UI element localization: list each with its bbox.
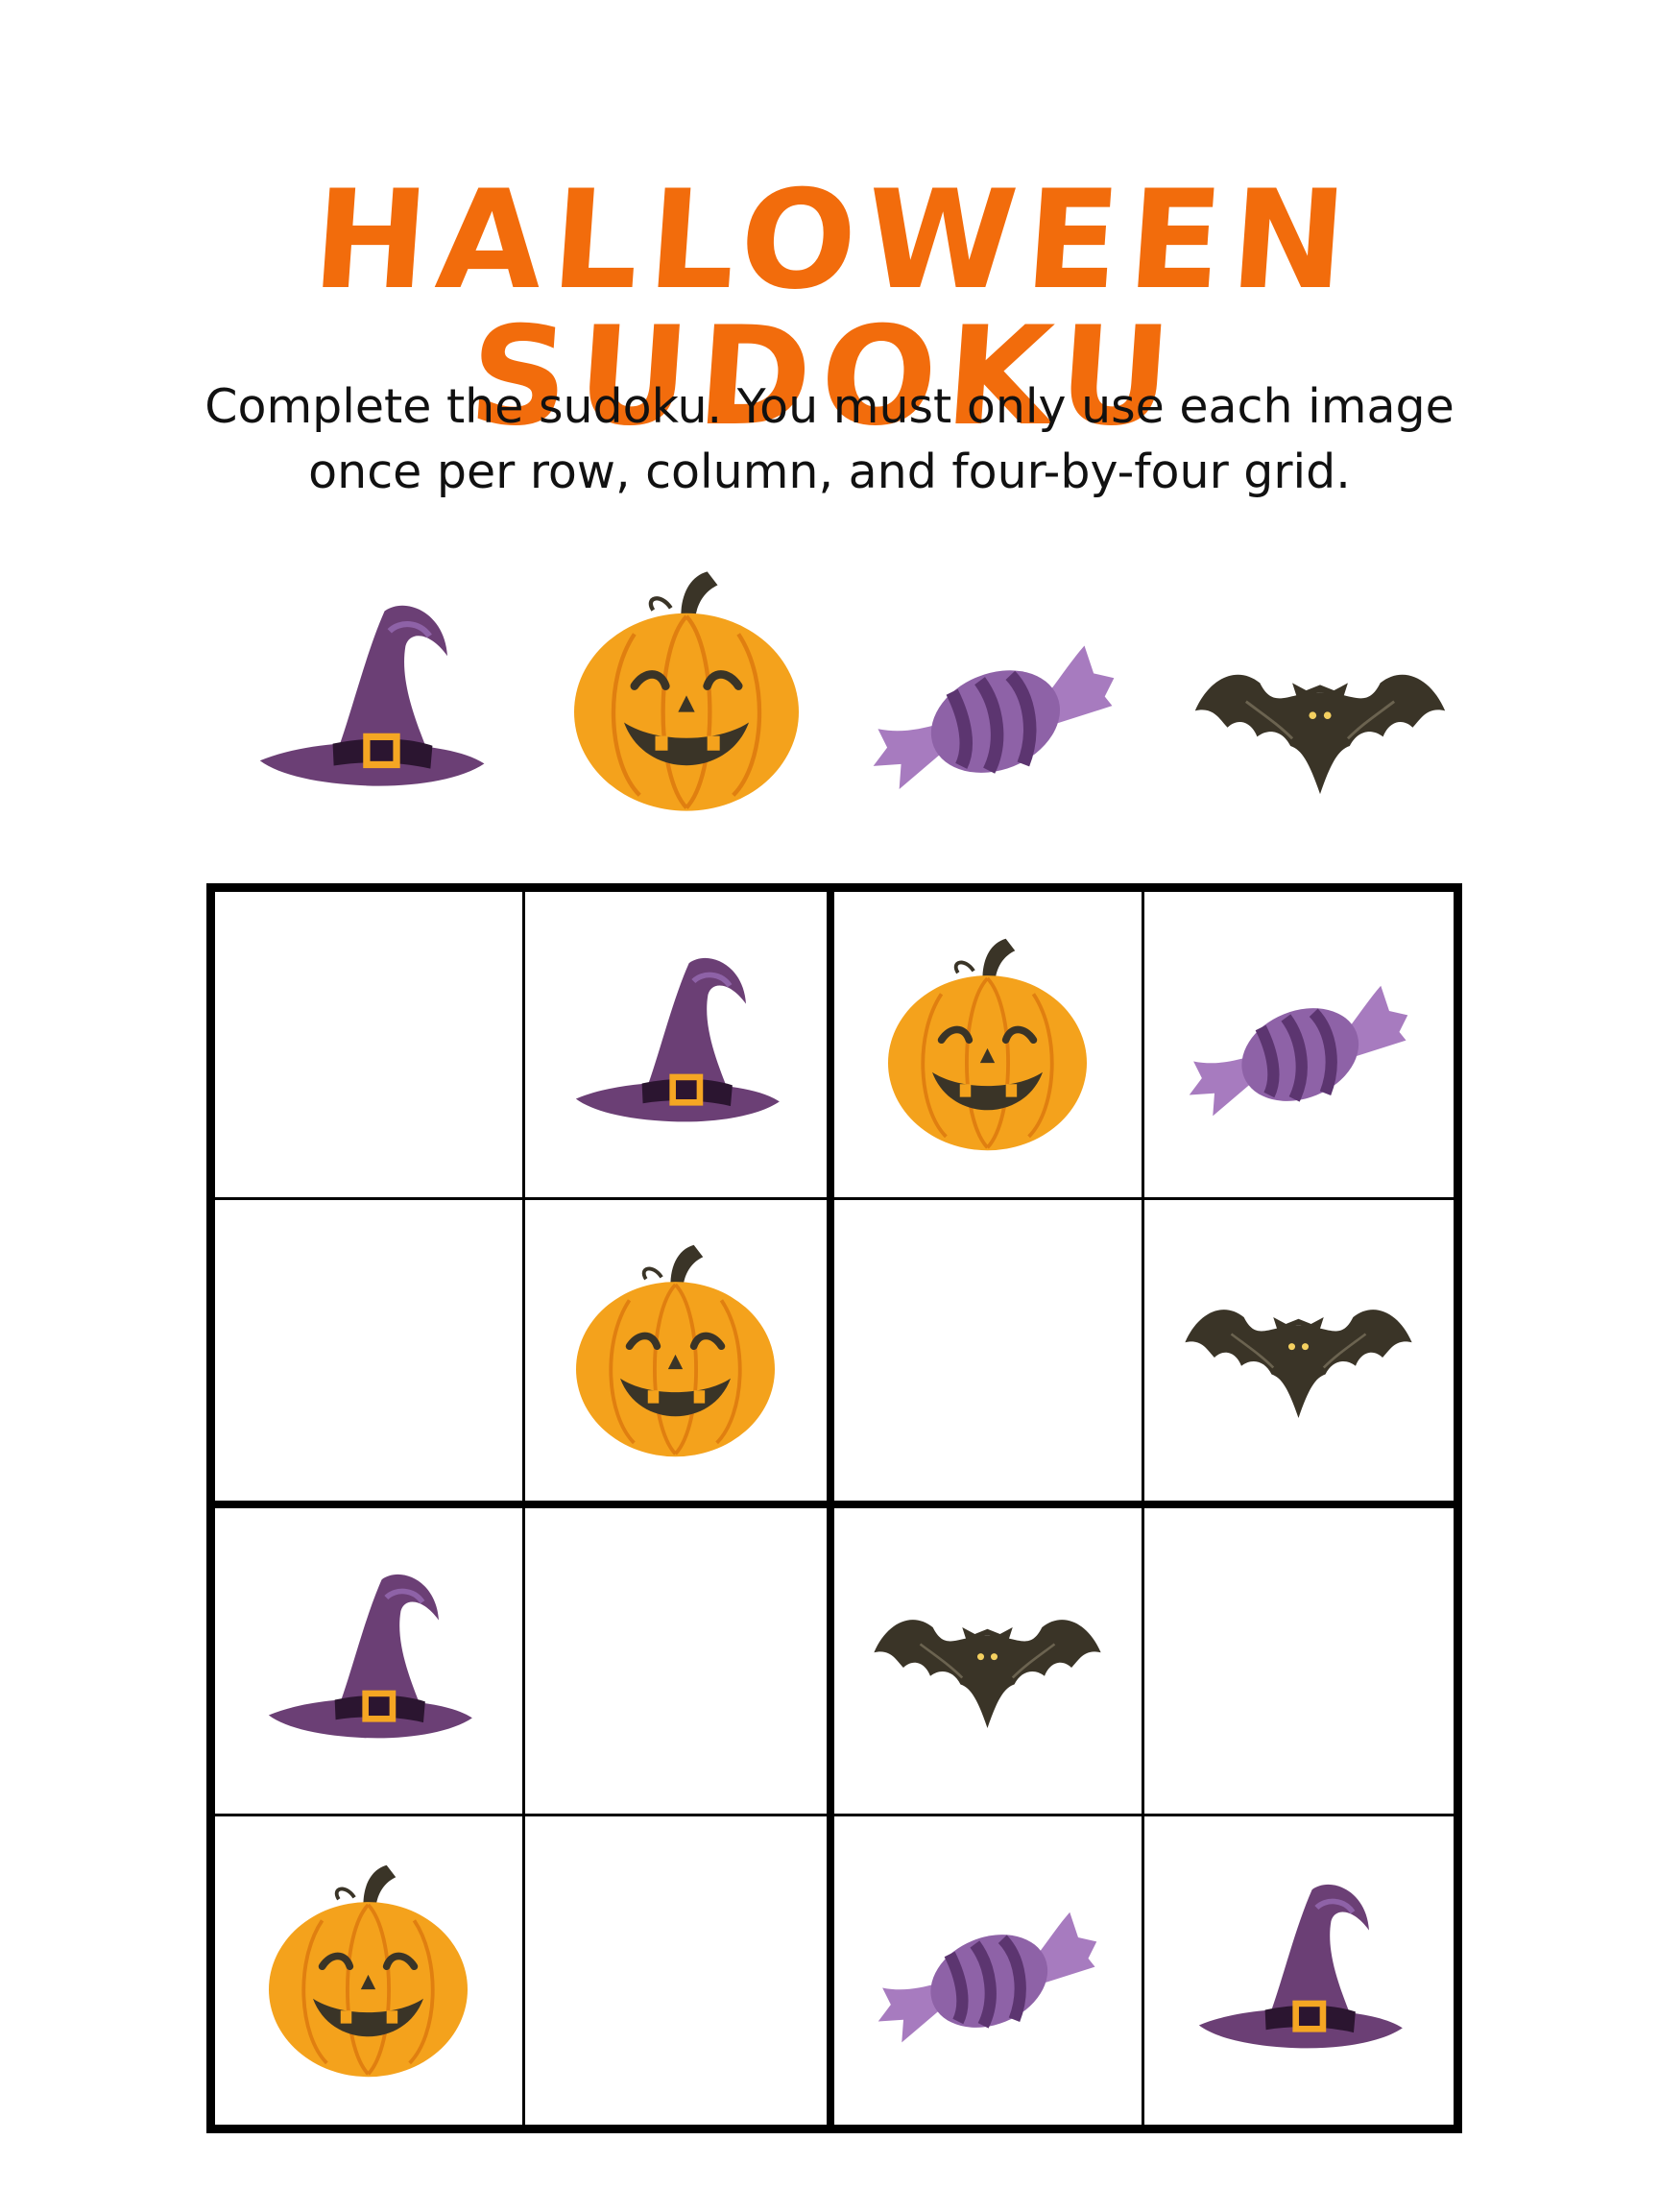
sudoku-cell-r1-c3[interactable]	[834, 892, 1144, 1200]
sudoku-cell-r3-c4[interactable]	[1143, 1508, 1454, 1816]
sudoku-cell-r4-c4[interactable]	[1143, 1816, 1454, 2125]
sudoku-cell-r1-c2[interactable]	[524, 892, 834, 1200]
candy-icon	[1181, 934, 1416, 1155]
witch-hat-icon	[251, 1551, 486, 1771]
sudoku-cell-r1-c4[interactable]	[1143, 892, 1454, 1200]
witch-hat-icon	[1181, 1861, 1416, 2081]
pumpkin-icon	[870, 934, 1105, 1155]
legend-pumpkin	[557, 566, 816, 816]
legend-bat	[1190, 595, 1450, 845]
pumpkin-icon	[558, 1240, 793, 1461]
sudoku-cell-r3-c3[interactable]	[834, 1508, 1144, 1816]
sudoku-cell-r2-c3[interactable]	[834, 1200, 1144, 1508]
sudoku-cell-r4-c1[interactable]	[215, 1816, 525, 2125]
pumpkin-icon	[557, 566, 816, 816]
sudoku-cell-r3-c2[interactable]	[524, 1508, 834, 1816]
candy-icon	[864, 586, 1123, 835]
bat-icon	[1181, 1240, 1416, 1461]
sudoku-board	[206, 883, 1462, 2133]
witch-hat-icon	[240, 576, 499, 826]
candy-icon	[870, 1861, 1105, 2081]
sudoku-cell-r2-c1[interactable]	[215, 1200, 525, 1508]
bat-icon	[870, 1551, 1105, 1771]
sudoku-cell-r2-c2[interactable]	[524, 1200, 834, 1508]
legend-candy	[864, 586, 1123, 835]
pumpkin-icon	[251, 1861, 486, 2081]
sudoku-cell-r4-c2[interactable]	[524, 1816, 834, 2125]
bat-icon	[1190, 595, 1450, 845]
sudoku-cell-r4-c3[interactable]	[834, 1816, 1144, 2125]
legend-witch-hat	[240, 576, 499, 826]
witch-hat-icon	[558, 934, 793, 1155]
sudoku-cell-r3-c1[interactable]	[215, 1508, 525, 1816]
sudoku-cell-r1-c1[interactable]	[215, 892, 525, 1200]
sudoku-cell-r2-c4[interactable]	[1143, 1200, 1454, 1508]
instructions-text: Complete the sudoku. You must only use e…	[204, 379, 1455, 499]
